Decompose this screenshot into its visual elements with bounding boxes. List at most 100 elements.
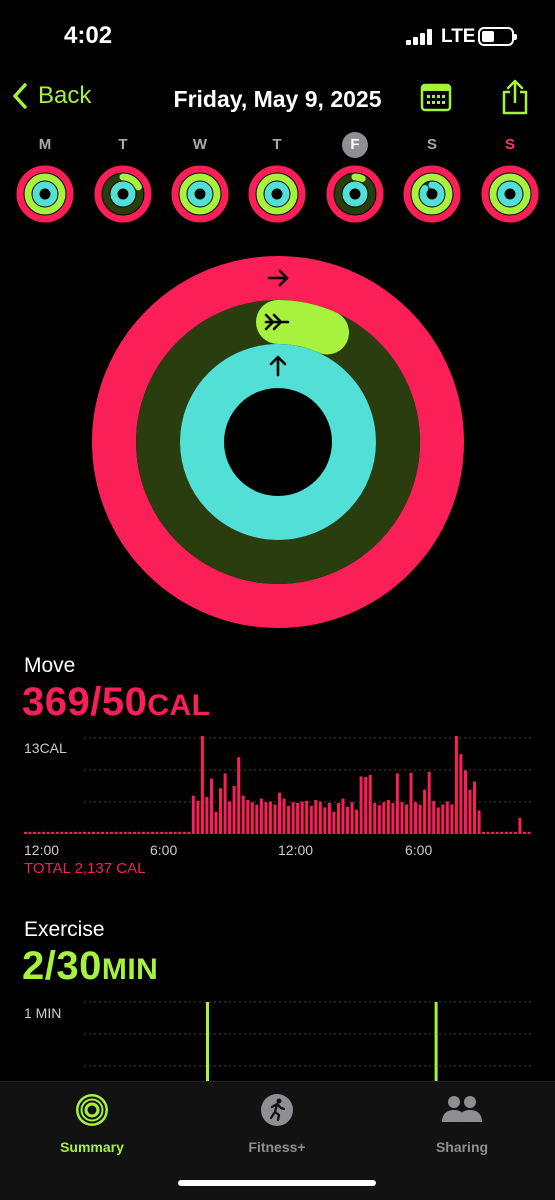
move-bar [146,831,150,834]
mini-rings [171,165,229,223]
exercise-label: Exercise [24,918,105,941]
move-bar [51,831,55,834]
move-bar [160,831,164,834]
move-bar [527,831,531,834]
move-bar [178,831,182,834]
day-2[interactable]: W [168,132,232,224]
page-title: Friday, May 9, 2025 [173,86,382,112]
move-x-label-1: 6:00 [150,842,178,858]
move-bar [468,789,472,834]
move-bar [241,795,245,834]
move-bar [423,789,427,834]
move-bar [155,831,159,834]
calendar-button[interactable] [420,82,452,117]
move-bar [73,831,77,834]
exercise-chart [84,1001,532,1082]
day-label: S [504,136,515,153]
day-1[interactable]: T [91,132,155,224]
move-chart [24,736,532,834]
move-bar [318,801,322,834]
week-selector: MTWTFSS [0,132,555,224]
move-x-label-2: 12:00 [278,842,314,858]
share-button[interactable] [500,78,530,121]
move-bar [264,802,268,834]
move-bar [350,802,354,834]
move-bar [92,831,95,834]
move-bar [259,798,263,834]
move-bar [400,802,404,834]
mini-rings [403,165,461,223]
day-6[interactable]: S [478,132,542,224]
mini-exercise-ring-end-cap [273,173,281,181]
move-value-unit: CAL [147,689,211,722]
mini-stand-ring-end-cap [273,181,281,189]
move-bar [55,831,59,834]
move-bar [346,806,349,834]
move-bar [373,803,377,834]
move-bar [486,831,490,834]
move-bar [187,831,191,834]
move-bar [305,800,309,834]
day-3[interactable]: T [245,132,309,224]
mini-stand-ring-end-cap [351,181,359,189]
move-bar [87,831,91,834]
move-bar [364,777,368,834]
move-bar [500,831,504,834]
day-5[interactable]: S [400,132,464,224]
tab-label: Summary [60,1139,124,1155]
move-bar [173,831,177,834]
tab-fitness-plus[interactable]: Fitness+ [207,1092,347,1155]
move-bar [250,802,254,834]
move-bar [232,786,236,834]
move-bar [382,802,386,834]
move-bar [169,831,173,834]
people-icon [442,1096,482,1122]
move-bar [454,736,458,834]
move-bar [414,802,418,834]
move-bar [114,831,118,834]
network-type: LTE [441,26,476,47]
move-bar [418,804,422,834]
move-bar [255,804,259,834]
mini-stand-ring-end-cap [196,181,204,189]
move-bar [327,803,331,834]
move-bar [28,831,32,834]
move-bar [300,801,304,834]
move-bar [405,804,408,834]
move-bar [341,798,345,834]
move-bar [37,831,41,834]
move-bar [164,831,168,834]
move-value: 369/50CAL [22,680,211,725]
move-bar [477,810,481,834]
tab-summary[interactable]: Summary [22,1092,162,1155]
mini-rings [481,165,539,223]
move-bar [33,831,37,834]
move-bar [119,831,123,834]
move-bar [386,800,390,834]
mini-rings [326,165,384,223]
move-bar [210,778,213,834]
exercise-bar [206,1002,209,1082]
move-bar [504,831,508,834]
move-bar [482,831,486,834]
day-4[interactable]: F [323,132,387,224]
move-bar [219,788,222,834]
day-label: M [38,136,52,153]
move-bar [282,798,286,834]
day-0[interactable]: M [13,132,77,224]
mini-move-ring-end-cap [196,165,204,173]
mini-move-ring-end-cap [428,165,436,173]
day-label: S [426,136,437,153]
move-bar [83,831,86,834]
move-bar [459,754,463,834]
day-label: W [192,136,208,153]
move-bar [60,831,64,834]
move-bar [42,831,46,834]
move-bar [101,831,105,834]
tab-sharing[interactable]: Sharing [392,1092,532,1155]
move-bar [200,736,204,834]
day-label: F [342,132,368,158]
activity-rings [92,256,464,628]
mini-move-ring-end-cap [119,165,127,173]
stand-ring-end-cap [300,481,345,526]
